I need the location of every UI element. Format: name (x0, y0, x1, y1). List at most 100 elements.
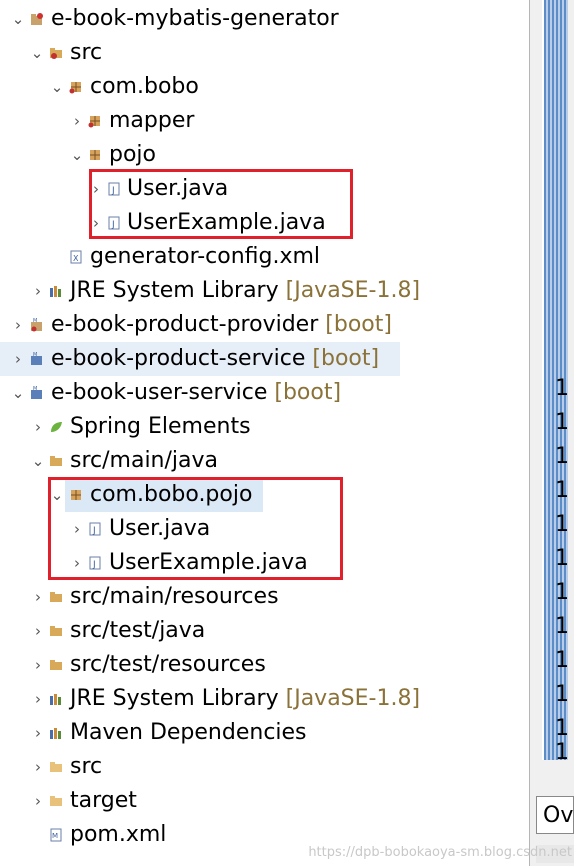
maven-project-icon: M (31, 352, 42, 365)
package-explorer-tree[interactable]: ⌄ e-book-mybatis-generator ⌄ src ⌄ com.b… (0, 0, 530, 866)
source-folder-icon (50, 660, 62, 670)
tree-label: src/test/resources (70, 652, 266, 677)
line-number: 1 (555, 546, 569, 571)
source-folder-icon (50, 456, 62, 466)
chevron-right-icon[interactable]: › (31, 410, 45, 444)
tree-label: e-book-product-service (51, 346, 306, 371)
tree-row-jre-system-library-2[interactable]: › JRE System Library [JavaSE-1.8] (0, 682, 529, 716)
tree-row-e-book-product-service[interactable]: › M e-book-product-service [boot] (0, 342, 400, 376)
tree-label: src/main/java (70, 448, 219, 473)
svg-text:M: M (52, 832, 58, 840)
tree-label: JRE System Library (70, 686, 279, 711)
chevron-down-icon[interactable]: ⌄ (30, 36, 44, 70)
maven-project-icon: M (31, 386, 42, 399)
line-number: 1 (555, 740, 569, 765)
folder-icon (50, 796, 62, 806)
tree-label: src/main/resources (70, 584, 279, 609)
project-icon (31, 13, 43, 25)
tree-row-spring-elements[interactable]: › Spring Elements (0, 410, 529, 444)
tree-label: Maven Dependencies (70, 720, 307, 745)
svg-text:X: X (73, 254, 79, 263)
tree-row-com-bobo[interactable]: ⌄ com.bobo (0, 70, 529, 104)
tree-row-e-book-mybatis-generator[interactable]: ⌄ e-book-mybatis-generator (0, 2, 529, 36)
tree-label: Spring Elements (70, 414, 251, 439)
line-number: 1 (555, 614, 569, 639)
tree-row-mapper[interactable]: › mapper (0, 104, 529, 138)
chevron-down-icon[interactable]: ⌄ (11, 2, 25, 36)
chevron-right-icon[interactable]: › (31, 784, 45, 818)
chevron-down-icon[interactable]: ⌄ (70, 138, 84, 172)
tree-row-maven-dependencies[interactable]: › Maven Dependencies (0, 716, 529, 750)
package-icon (90, 150, 100, 160)
svg-text:M: M (33, 386, 37, 392)
tree-label: mapper (109, 108, 195, 133)
chevron-right-icon[interactable]: › (31, 682, 45, 716)
tree-row-e-book-product-provider[interactable]: › M e-book-product-provider [boot] (0, 308, 529, 342)
chevron-right-icon[interactable]: › (11, 308, 25, 342)
tree-label: e-book-product-provider (51, 312, 319, 337)
tree-label: e-book-user-service (51, 380, 268, 405)
line-number: 1 (555, 512, 569, 537)
chevron-right-icon[interactable]: › (31, 716, 45, 750)
svg-text:M: M (33, 318, 37, 324)
tree-label: e-book-mybatis-generator (51, 6, 339, 31)
tree-row-src-main-resources[interactable]: › src/main/resources (0, 580, 529, 614)
chevron-down-icon[interactable]: ⌄ (11, 376, 25, 410)
source-folder-icon (50, 48, 62, 59)
chevron-right-icon[interactable]: › (11, 342, 25, 376)
highlight-box-service-pojo (48, 477, 343, 580)
tree-label: pojo (109, 142, 156, 167)
library-icon (50, 286, 61, 297)
chevron-right-icon[interactable]: › (31, 274, 45, 308)
line-number: 1 (555, 648, 569, 673)
source-folder-icon (50, 592, 62, 602)
line-number: 1 (555, 410, 569, 435)
tree-row-e-book-user-service[interactable]: ⌄ M e-book-user-service [boot] (0, 376, 529, 410)
tree-row-src-test-resources[interactable]: › src/test/resources (0, 648, 529, 682)
line-number: 1 (555, 716, 569, 741)
chevron-right-icon[interactable]: › (70, 104, 84, 138)
maven-project-icon: M (31, 318, 42, 332)
line-number: 1 (555, 580, 569, 605)
source-folder-icon (50, 626, 62, 636)
tree-row-jre-system-library[interactable]: › JRE System Library [JavaSE-1.8] (0, 274, 529, 308)
line-number: 1 (555, 376, 569, 401)
line-number: 1 (555, 478, 569, 503)
tree-row-src[interactable]: ⌄ src (0, 36, 529, 70)
chevron-right-icon[interactable]: › (31, 614, 45, 648)
tree-row-src-main-java[interactable]: ⌄ src/main/java (0, 444, 529, 478)
highlight-box-generator-pojo (89, 169, 353, 239)
chevron-down-icon[interactable]: ⌄ (31, 444, 45, 478)
tree-row-generator-config-xml[interactable]: X generator-config.xml (0, 240, 529, 274)
tree-label: src (70, 40, 103, 65)
tree-label: JRE System Library (70, 278, 279, 303)
library-icon (50, 694, 61, 705)
tree-label: generator-config.xml (90, 244, 321, 269)
tree-label: com.bobo (90, 74, 199, 99)
line-number: 1 (555, 444, 569, 469)
tree-decoration: [boot] (312, 346, 380, 371)
chevron-down-icon[interactable]: ⌄ (50, 70, 64, 104)
tree-decoration: [boot] (274, 380, 342, 405)
tree-label: src/test/java (70, 618, 206, 643)
tree-decoration: [JavaSE-1.8] (285, 686, 421, 711)
tree-row-target[interactable]: › target (0, 784, 529, 818)
tree-label: pom.xml (70, 822, 167, 847)
package-icon (69, 82, 81, 94)
xml-file-icon: X (70, 250, 82, 264)
tree-label: target (70, 788, 137, 813)
folder-icon (50, 762, 62, 772)
chevron-right-icon[interactable]: › (31, 750, 45, 784)
tree-decoration: [JavaSE-1.8] (285, 278, 421, 303)
spring-leaf-icon (51, 422, 62, 432)
tree-row-src-folder[interactable]: › src (0, 750, 529, 784)
chevron-right-icon[interactable]: › (31, 580, 45, 614)
line-number: 1 (555, 682, 569, 707)
svg-text:M: M (33, 352, 37, 358)
chevron-right-icon[interactable]: › (31, 648, 45, 682)
overview-tab[interactable]: Ov (536, 796, 574, 834)
tree-decoration: [boot] (325, 312, 392, 337)
tree-row-pojo[interactable]: ⌄ pojo (0, 138, 529, 172)
tree-row-src-test-java[interactable]: › src/test/java (0, 614, 529, 648)
tree-label: src (70, 754, 103, 779)
